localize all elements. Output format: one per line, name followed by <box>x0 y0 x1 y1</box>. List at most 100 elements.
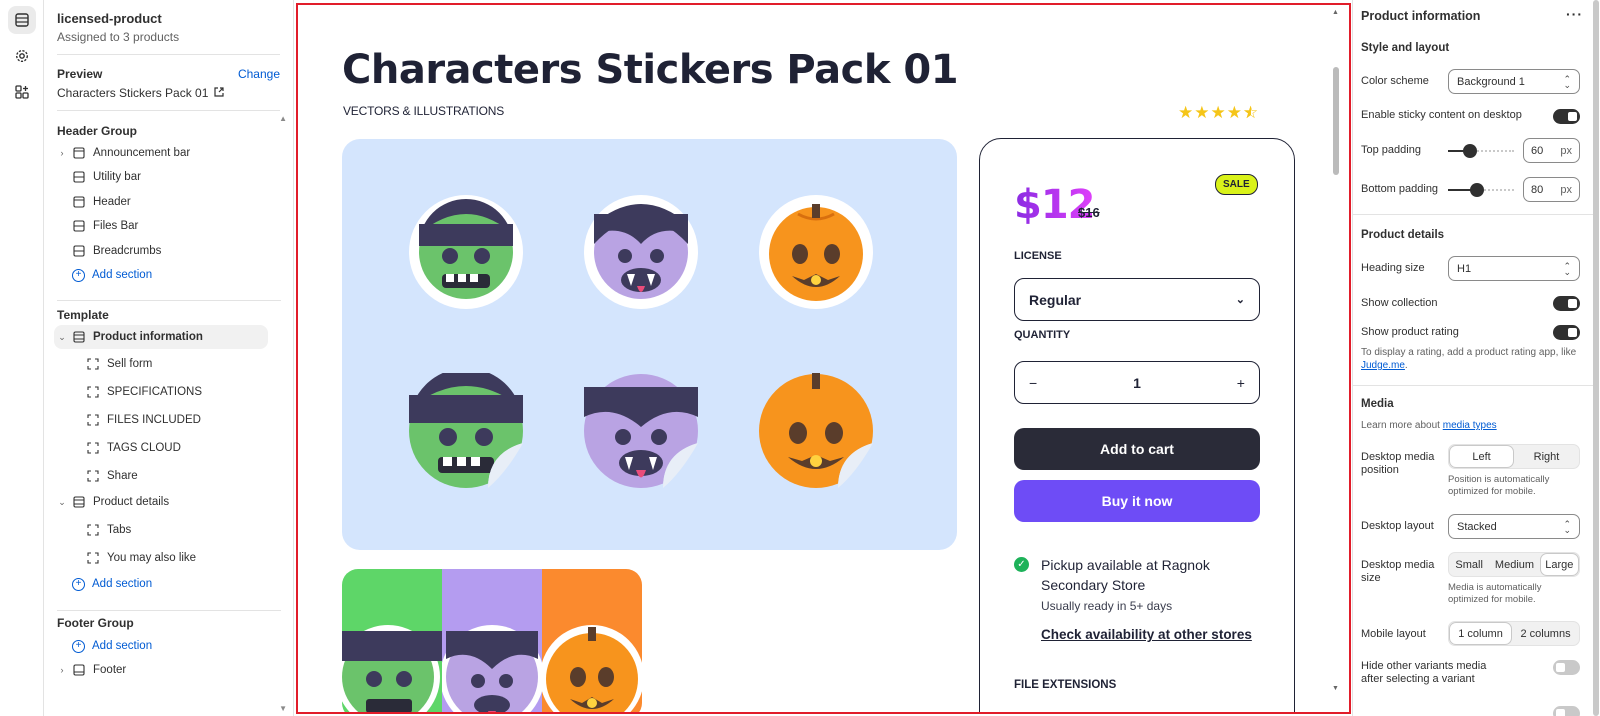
show-rating-toggle[interactable] <box>1553 325 1580 340</box>
media-size-segmented[interactable]: Small Medium Large <box>1448 552 1580 577</box>
block-icon <box>86 469 100 483</box>
settings-title: Product information <box>1361 9 1481 23</box>
gear-icon[interactable] <box>8 42 36 70</box>
license-select[interactable]: Regular ⌄ <box>1014 278 1260 321</box>
show-collection-toggle[interactable] <box>1553 296 1580 311</box>
add-section-label: Add section <box>92 578 153 590</box>
color-scheme-label: Color scheme <box>1361 75 1429 87</box>
mobile-layout-2col[interactable]: 2 columns <box>1512 622 1579 645</box>
external-link-icon[interactable] <box>214 86 224 100</box>
section-files-bar[interactable]: Files Bar <box>44 214 293 238</box>
mobile-layout-1col[interactable]: 1 column <box>1449 622 1513 645</box>
media-size-medium[interactable]: Medium <box>1489 553 1539 576</box>
section-header[interactable]: Header <box>44 190 293 214</box>
add-section-footer-group[interactable]: + Add section <box>44 634 293 658</box>
add-section-header-group[interactable]: + Add section <box>44 263 293 287</box>
media-size-small[interactable]: Small <box>1449 553 1489 576</box>
settings-scrollbar[interactable] <box>1592 0 1600 716</box>
top-padding-slider[interactable] <box>1448 144 1514 158</box>
unit-label: px <box>1560 144 1572 157</box>
quantity-label: QUANTITY <box>1014 329 1071 341</box>
chevron-down-icon: ⌄ <box>1235 294 1245 306</box>
add-to-cart-button[interactable]: Add to cart <box>1014 428 1260 470</box>
media-size-large[interactable]: Large <box>1539 553 1579 576</box>
sticky-toggle[interactable] <box>1553 109 1580 124</box>
desktop-layout-select[interactable]: Stacked ⌃ ⌄ <box>1448 514 1580 539</box>
divider <box>1353 214 1593 215</box>
scroll-up-icon[interactable]: ▲ <box>279 114 287 123</box>
chevron-down-icon[interactable]: ⌄ <box>56 332 68 343</box>
section-announcement-bar[interactable]: › Announcement bar <box>44 141 293 165</box>
block-you-may-also-like[interactable]: You may also like <box>44 546 293 570</box>
section-label: Files Bar <box>93 220 139 232</box>
heading-size-select[interactable]: H1 ⌃ ⌄ <box>1448 256 1580 281</box>
block-tags-cloud[interactable]: TAGS CLOUD <box>44 436 293 460</box>
quantity-value[interactable]: 1 <box>1133 375 1141 391</box>
change-preview-link[interactable]: Change <box>238 67 280 81</box>
chevron-right-icon[interactable]: › <box>56 665 68 675</box>
preview-product-name: Characters Stickers Pack 01 <box>57 86 209 100</box>
slider-handle[interactable] <box>1463 144 1477 158</box>
product-thumbnail[interactable] <box>342 569 642 712</box>
section-label: Product details <box>93 496 170 508</box>
product-main-image[interactable] <box>342 139 957 550</box>
section-product-information[interactable]: ⌄ Product information <box>54 325 268 349</box>
plus-button[interactable]: + <box>1237 375 1245 391</box>
scrollbar-thumb[interactable] <box>1333 67 1339 175</box>
add-section-label: Add section <box>92 640 153 652</box>
block-label: FILES INCLUDED <box>107 414 201 426</box>
section-product-details[interactable]: ⌄ Product details <box>44 490 293 514</box>
block-sell-form[interactable]: Sell form <box>44 352 293 376</box>
preview-scrollbar[interactable]: ▲ ▼ <box>1331 9 1341 709</box>
scroll-down-icon[interactable]: ▼ <box>279 704 287 713</box>
media-position-right[interactable]: Right <box>1514 445 1579 468</box>
product-collection[interactable]: VECTORS & ILLUSTRATIONS <box>343 104 504 118</box>
add-section-label: Add section <box>92 269 153 281</box>
add-section-template[interactable]: + Add section <box>44 572 293 596</box>
section-label: Breadcrumbs <box>93 245 162 257</box>
block-tabs[interactable]: Tabs <box>44 518 293 542</box>
buy-now-button[interactable]: Buy it now <box>1014 480 1260 522</box>
judge-me-link[interactable]: Judge.me <box>1361 360 1405 371</box>
scroll-up-icon[interactable]: ▲ <box>1332 9 1339 16</box>
mobile-layout-segmented[interactable]: 1 column 2 columns <box>1448 621 1580 646</box>
check-stores-link[interactable]: Check availability at other stores <box>1041 627 1252 642</box>
scroll-down-icon[interactable]: ▼ <box>1332 685 1339 692</box>
pickup-ready-time: Usually ready in 5+ days <box>1041 599 1173 613</box>
section-utility-bar[interactable]: Utility bar <box>44 165 293 189</box>
unit-label: px <box>1560 183 1572 196</box>
app-rail <box>0 0 44 716</box>
media-size-label: Desktop media size <box>1361 559 1435 584</box>
block-specifications[interactable]: SPECIFICATIONS <box>44 380 293 404</box>
scrollbar-thumb[interactable] <box>1593 0 1599 716</box>
section-breadcrumbs[interactable]: Breadcrumbs <box>44 239 293 263</box>
media-help-text: Learn more about media types <box>1361 419 1583 432</box>
store-preview-frame[interactable]: ▲ ▼ Characters Stickers Pack 01 VECTORS … <box>296 3 1351 714</box>
frankenstein-peel-sticker <box>409 373 523 488</box>
show-collection-label: Show collection <box>1361 297 1438 309</box>
block-files-included[interactable]: FILES INCLUDED <box>44 408 293 432</box>
desktop-layout-value: Stacked <box>1457 520 1497 533</box>
bottom-padding-slider[interactable] <box>1448 183 1514 197</box>
color-scheme-select[interactable]: Background 1 ⌃ ⌄ <box>1448 69 1580 94</box>
top-padding-input[interactable]: 60 px <box>1523 138 1580 163</box>
hide-variants-toggle[interactable] <box>1553 660 1580 675</box>
quantity-stepper[interactable]: − 1 + <box>1014 361 1260 404</box>
more-options-icon[interactable]: ··· <box>1566 6 1583 22</box>
block-label: Sell form <box>107 358 153 370</box>
apps-icon[interactable] <box>8 78 36 106</box>
chevron-right-icon[interactable]: › <box>56 148 68 158</box>
sections-icon[interactable] <box>8 6 36 34</box>
bottom-padding-input[interactable]: 80 px <box>1523 177 1580 202</box>
media-position-left[interactable]: Left <box>1449 445 1515 468</box>
pumpkin-thumb-icon <box>542 625 642 712</box>
slider-handle[interactable] <box>1470 183 1484 197</box>
minus-button[interactable]: − <box>1029 375 1037 391</box>
chevron-down-icon[interactable]: ⌄ <box>56 497 68 508</box>
next-setting-toggle[interactable] <box>1553 706 1580 716</box>
block-share[interactable]: Share <box>44 464 293 488</box>
section-icon <box>72 146 86 160</box>
section-footer[interactable]: › Footer <box>44 658 293 682</box>
media-types-link[interactable]: media types <box>1443 420 1497 431</box>
media-position-segmented[interactable]: Left Right <box>1448 444 1580 469</box>
